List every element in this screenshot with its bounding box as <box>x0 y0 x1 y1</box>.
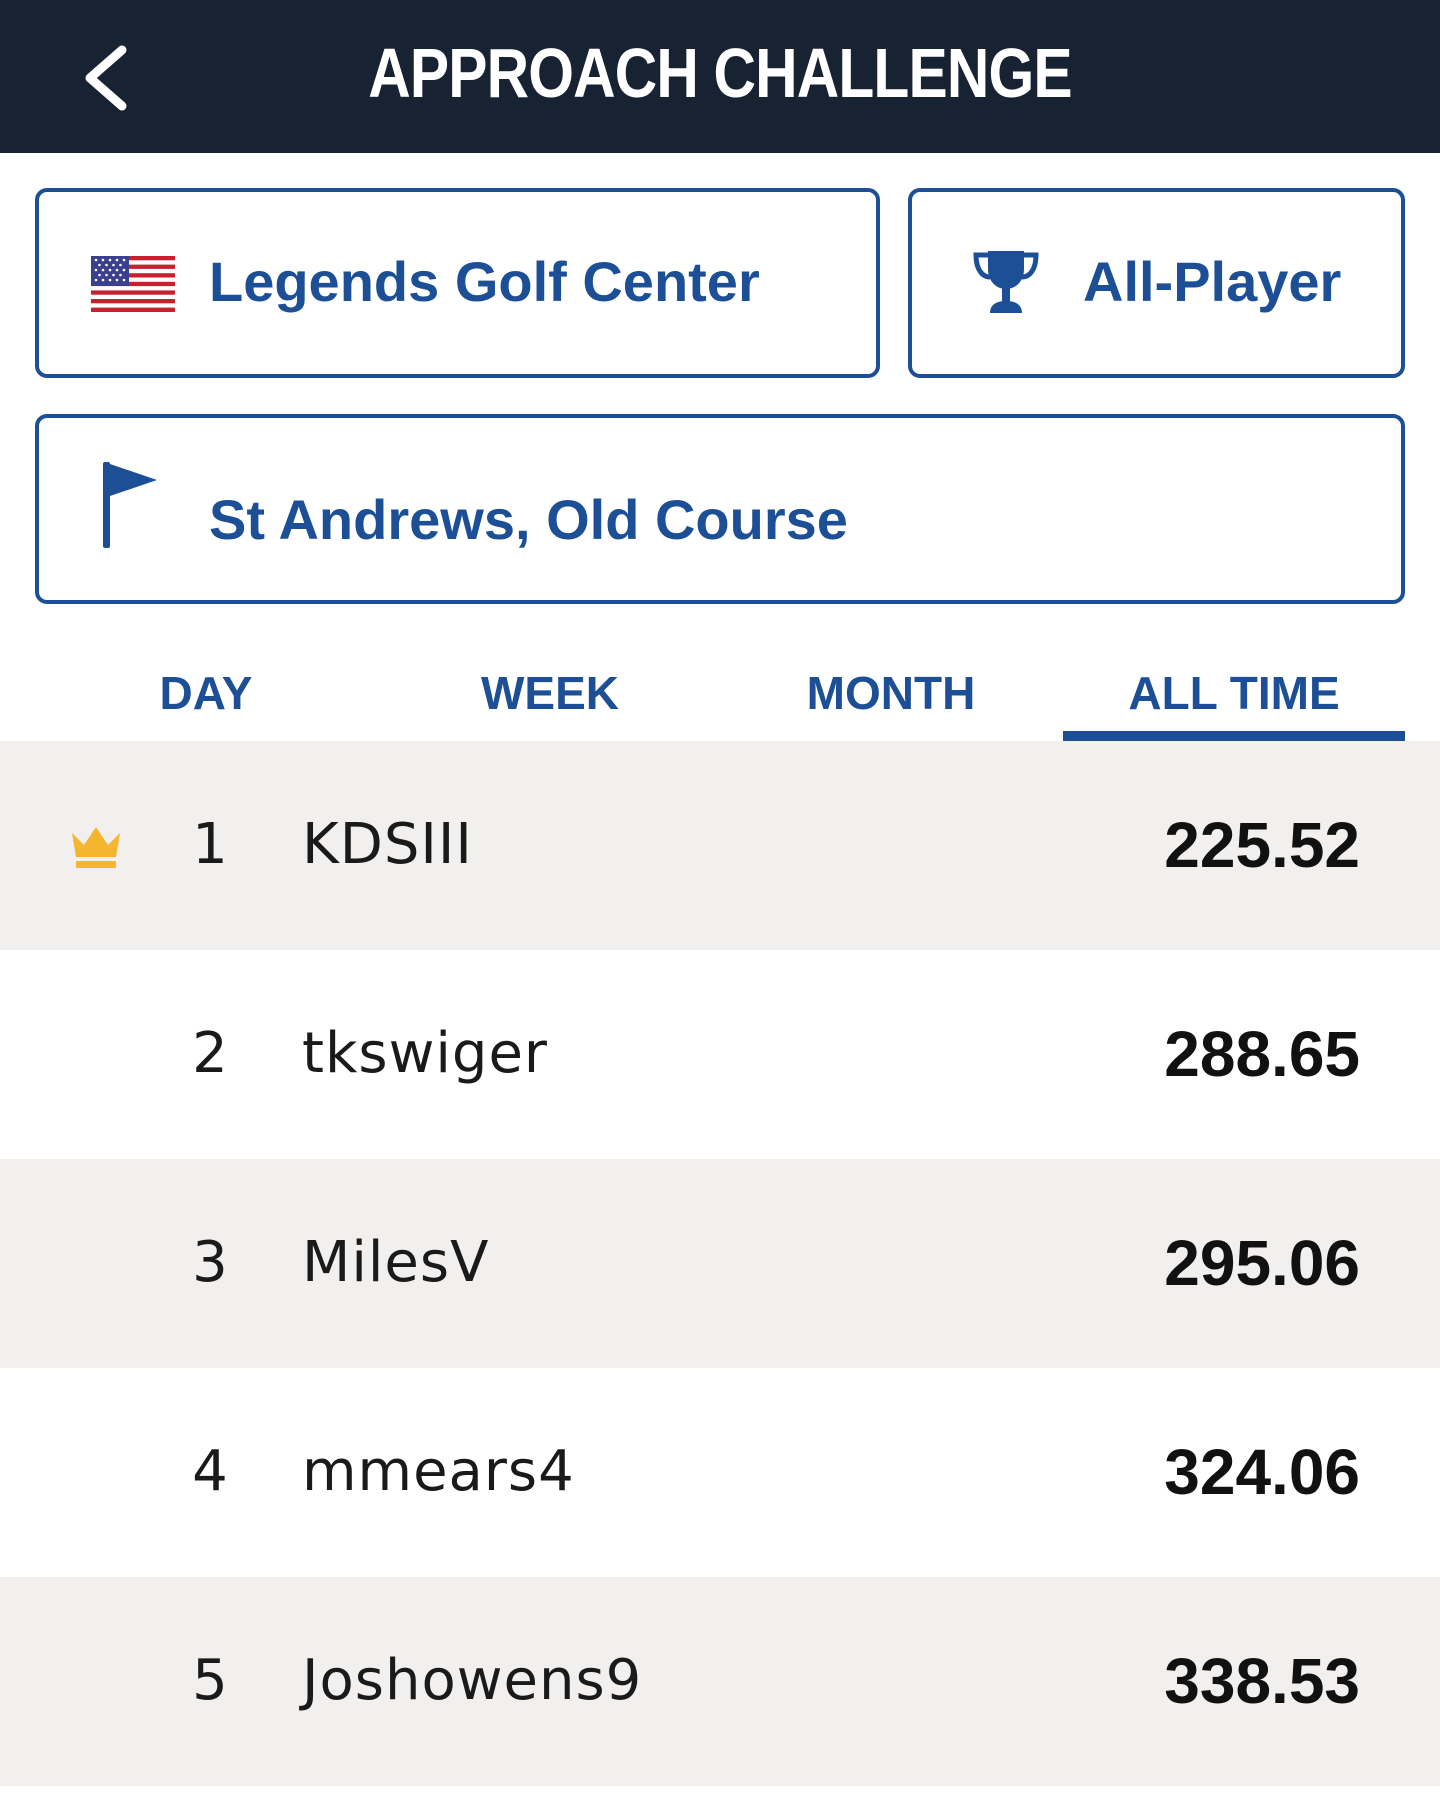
mode-label: All-Player <box>1083 250 1342 313</box>
player-name: tkswiger <box>302 1021 548 1086</box>
rank: 2 <box>192 1021 228 1086</box>
player-name: Joshowens9 <box>302 1648 643 1713</box>
leaderboard-row[interactable]: 5 Joshowens9 338.53 <box>0 1577 1440 1786</box>
period-tabs: DAY WEEK MONTH ALL TIME <box>0 650 1440 742</box>
leaderboard-row[interactable]: 4 mmears4 324.06 <box>0 1368 1440 1577</box>
app-header: APPROACH CHALLENGE <box>0 0 1440 153</box>
leaderboard-row[interactable]: 2 tkswiger 288.65 <box>0 950 1440 1159</box>
leaderboard: 1 KDSIII 225.52 2 tkswiger 288.65 3 Mile… <box>0 741 1440 1786</box>
score: 225.52 <box>1164 809 1360 881</box>
rank: 5 <box>192 1648 228 1713</box>
course-selector[interactable]: St Andrews, Old Course <box>35 414 1405 604</box>
trophy-icon <box>973 251 1039 313</box>
rank: 4 <box>192 1439 228 1504</box>
course-label: St Andrews, Old Course <box>209 488 848 551</box>
mode-selector[interactable]: All-Player <box>908 188 1405 378</box>
leaderboard-row[interactable]: 1 KDSIII 225.52 <box>0 741 1440 950</box>
page-title: APPROACH CHALLENGE <box>368 34 1072 112</box>
score: 288.65 <box>1164 1018 1360 1090</box>
tab-month[interactable]: MONTH <box>733 650 1049 742</box>
player-name: mmears4 <box>302 1439 575 1504</box>
player-name: MilesV <box>302 1230 490 1295</box>
tab-day[interactable]: DAY <box>80 650 332 742</box>
score: 338.53 <box>1164 1645 1360 1717</box>
rank: 3 <box>192 1230 228 1295</box>
player-name: KDSIII <box>302 812 473 877</box>
score: 324.06 <box>1164 1436 1360 1508</box>
us-flag-icon <box>91 256 175 312</box>
leaderboard-row[interactable]: 3 MilesV 295.06 <box>0 1159 1440 1368</box>
selected-tab-indicator <box>1063 731 1405 741</box>
score: 295.06 <box>1164 1227 1360 1299</box>
tab-week[interactable]: WEEK <box>392 650 708 742</box>
rank: 1 <box>192 812 228 877</box>
crown-icon <box>72 827 120 868</box>
venue-label: Legends Golf Center <box>209 250 760 313</box>
tab-all-time[interactable]: ALL TIME <box>1063 650 1405 742</box>
golf-flag-icon <box>103 462 157 548</box>
venue-selector[interactable]: Legends Golf Center <box>35 188 880 378</box>
